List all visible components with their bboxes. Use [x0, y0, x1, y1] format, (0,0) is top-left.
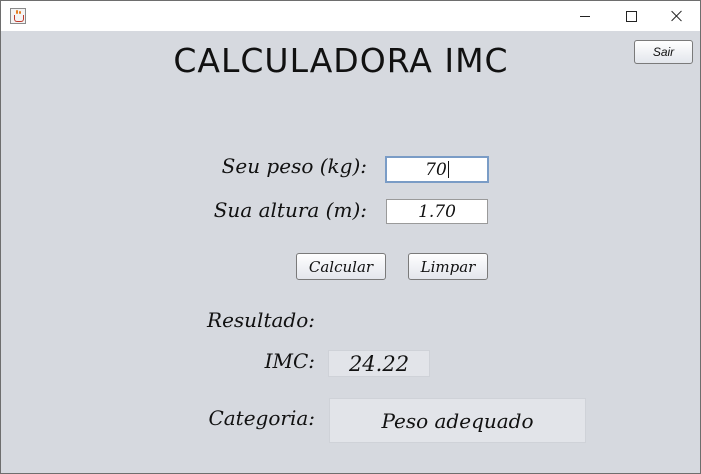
calculate-button[interactable]: Calcular — [296, 253, 386, 280]
exit-button[interactable]: Sair — [634, 40, 693, 64]
imc-output: 24.22 — [328, 350, 430, 377]
minimize-icon — [580, 15, 590, 17]
category-label: Categoria: — [208, 406, 315, 430]
height-input[interactable]: 1.70 — [386, 199, 488, 224]
imc-label: IMC: — [264, 349, 315, 373]
close-icon — [671, 10, 683, 22]
weight-label: Seu peso (kg): — [221, 154, 367, 178]
clear-button[interactable]: Limpar — [408, 253, 488, 280]
maximize-button[interactable] — [608, 1, 654, 31]
minimize-button[interactable] — [562, 1, 608, 31]
height-label: Sua altura (m): — [213, 198, 367, 222]
title-bar — [1, 1, 700, 31]
weight-input-value: 70 — [425, 159, 447, 180]
java-coffee-cup-icon[interactable] — [10, 8, 26, 24]
close-button[interactable] — [654, 1, 700, 31]
category-output: Peso adequado — [329, 398, 586, 443]
height-input-value: 1.70 — [418, 201, 456, 222]
text-caret — [447, 161, 449, 178]
page-title: CALCULADORA IMC — [173, 41, 509, 80]
app-window: CALCULADORA IMC Sair Seu peso (kg): 70 S… — [0, 0, 701, 474]
weight-input[interactable]: 70 — [385, 156, 489, 183]
result-heading: Resultado: — [207, 308, 315, 332]
maximize-icon — [625, 10, 637, 22]
